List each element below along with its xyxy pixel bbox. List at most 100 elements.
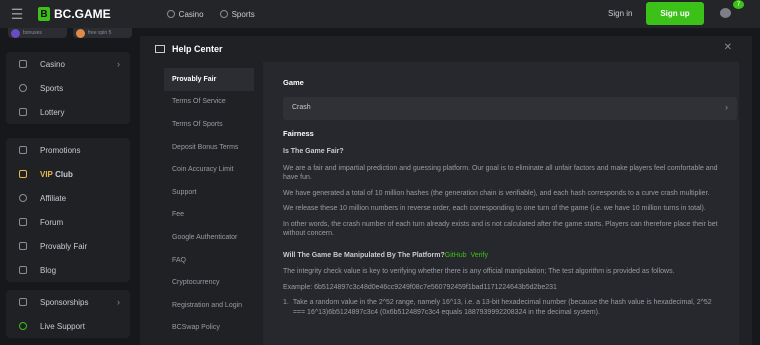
top-nav-casino[interactable]: Casino [166, 9, 204, 19]
sidebar-item-casino[interactable]: Casino › [6, 52, 130, 76]
paragraph: In other words, the crash number of each… [283, 220, 718, 238]
verify-link[interactable]: Verify [470, 252, 488, 259]
tab-registration-login[interactable]: Registration and Login [164, 294, 254, 317]
sidebar-item-label: Sponsorships [40, 297, 89, 307]
list-item: 1. Take a random value in the 2^52 range… [283, 298, 723, 317]
crown-icon [19, 170, 27, 178]
top-nav-label: Sports [231, 9, 255, 19]
sidebar-item-label: Affiliate [40, 193, 67, 203]
chat-icon[interactable] [720, 8, 731, 18]
promo-icon [76, 28, 85, 38]
scale-icon [155, 45, 165, 53]
sidebar-group-support: Sponsorships › Live Support [6, 290, 130, 338]
list-number: 1. [283, 299, 289, 306]
promo-label: bonuses [23, 30, 42, 36]
tab-cryptocurrency[interactable]: Cryptocurrency [164, 271, 254, 294]
promo-label: free spin 5 [88, 30, 112, 36]
close-icon[interactable]: ✕ [724, 42, 732, 53]
tab-bcswap-policy[interactable]: BCSwap Policy [164, 317, 254, 340]
sidebar-group-games: Casino › Sports Lottery [6, 52, 130, 124]
paragraph: We have generated a total of 10 million … [283, 189, 710, 197]
game-heading: Game [283, 78, 304, 87]
top-nav-label: Casino [178, 9, 204, 19]
sidebar-item-forum[interactable]: Forum [6, 210, 130, 234]
logo-icon: B [38, 7, 50, 21]
sidebar-item-label: Forum [40, 217, 64, 227]
list-text: Take a random value in the 2^52 range, n… [292, 299, 712, 316]
tab-terms-of-sports[interactable]: Terms Of Sports [164, 113, 254, 136]
sidebar-item-label: Club [55, 169, 73, 179]
sidebar-item-vip-club[interactable]: VIP Club [6, 162, 130, 186]
tab-fee[interactable]: Fee [164, 204, 254, 227]
brand-logo[interactable]: B BC.GAME [38, 7, 111, 21]
tab-terms-of-service[interactable]: Terms Of Service [164, 91, 254, 114]
sidebar-item-label: Promotions [40, 145, 81, 155]
lottery-icon [19, 108, 27, 116]
provably-fair-icon [19, 242, 27, 250]
forum-icon [19, 218, 27, 226]
top-nav: Casino Sports [166, 9, 255, 19]
sidebar-item-label: Lottery [40, 107, 65, 117]
tab-faq[interactable]: FAQ [164, 249, 254, 272]
sidebar-item-lottery[interactable]: Lottery [6, 100, 130, 124]
sidebar-item-sports[interactable]: Sports [6, 76, 130, 100]
tab-deposit-bonus-terms[interactable]: Deposit Bonus Terms [164, 136, 254, 159]
sidebar-item-live-support[interactable]: Live Support [6, 314, 130, 338]
menu-icon[interactable]: ☰ [0, 0, 34, 28]
brand-name: BC.GAME [54, 7, 111, 21]
paragraph: Example: 6b5124897c3c48d0e46cc9249f08c7e… [283, 283, 557, 291]
affiliate-icon [19, 194, 27, 202]
sports-icon [19, 84, 27, 92]
promo-card[interactable]: free spin 5 [73, 28, 132, 38]
paragraph: We are a fair and impartial prediction a… [283, 164, 718, 182]
sports-icon [219, 10, 228, 18]
chevron-right-icon: › [117, 297, 120, 307]
headset-icon [19, 322, 27, 330]
casino-icon [166, 10, 175, 18]
sign-in-button[interactable]: Sign in [608, 9, 632, 18]
sidebar-item-sponsorships[interactable]: Sponsorships › [6, 290, 130, 314]
sidebar-item-blog[interactable]: Blog [6, 258, 130, 282]
question-title: Is The Game Fair? [283, 148, 344, 155]
game-select-value: Crash [292, 104, 311, 112]
fairness-heading: Fairness [283, 128, 314, 138]
question-text: Will The Game Be Manipulated By The Plat… [283, 251, 445, 259]
help-center-dialog: Help Center ✕ Provably Fair Terms Of Ser… [140, 36, 752, 345]
github-link[interactable]: GitHub [445, 252, 467, 259]
promo-icon [11, 28, 20, 38]
sidebar-item-label: Sports [40, 83, 64, 93]
vip-label: VIP [40, 169, 53, 179]
tab-provably-fair[interactable]: Provably Fair [164, 68, 254, 91]
chevron-right-icon: › [725, 101, 728, 112]
casino-icon [19, 60, 27, 68]
sidebar-item-label: Blog [40, 265, 57, 275]
question-title: Will The Game Be Manipulated By The Plat… [283, 251, 723, 261]
help-content: Game Crash › Fairness Is The Game Fair? … [263, 62, 739, 345]
sidebar-group-community: Promotions VIP Club Affiliate Forum Prov… [6, 138, 130, 282]
tab-support[interactable]: Support [164, 181, 254, 204]
promo-strip: bonuses free spin 5 [8, 28, 132, 38]
notification-badge: 7 [733, 0, 744, 9]
promotions-icon [19, 146, 27, 154]
dialog-header: Help Center [140, 36, 752, 62]
game-select[interactable]: Crash › [283, 96, 737, 120]
sidebar-item-provably-fair[interactable]: Provably Fair [6, 234, 130, 258]
tab-coin-accuracy-limit[interactable]: Coin Accuracy Limit [164, 158, 254, 181]
sidebar: bonuses free spin 5 Casino › Sports Lott… [0, 28, 140, 345]
sidebar-item-label: Live Support [40, 321, 85, 331]
sidebar-item-affiliate[interactable]: Affiliate [6, 186, 130, 210]
paragraph: We release these 10 million numbers in r… [283, 205, 706, 212]
help-tabs: Provably Fair Terms Of Service Terms Of … [164, 68, 254, 339]
dialog-title: Help Center [172, 44, 223, 54]
sidebar-item-label: Casino [40, 59, 65, 69]
app-root: ☰ B BC.GAME Casino Sports Sign in Sign u… [0, 0, 760, 345]
sidebar-item-promotions[interactable]: Promotions [6, 138, 130, 162]
chevron-right-icon: › [117, 59, 120, 69]
top-nav-sports[interactable]: Sports [219, 9, 255, 19]
sidebar-item-label: Provably Fair [40, 241, 88, 251]
tab-google-authenticator[interactable]: Google Authenticator [164, 226, 254, 249]
promo-card[interactable]: bonuses [8, 28, 67, 38]
sign-up-button[interactable]: Sign up [646, 2, 704, 25]
top-bar: ☰ B BC.GAME Casino Sports Sign in Sign u… [0, 0, 760, 28]
sponsorships-icon [19, 298, 27, 306]
